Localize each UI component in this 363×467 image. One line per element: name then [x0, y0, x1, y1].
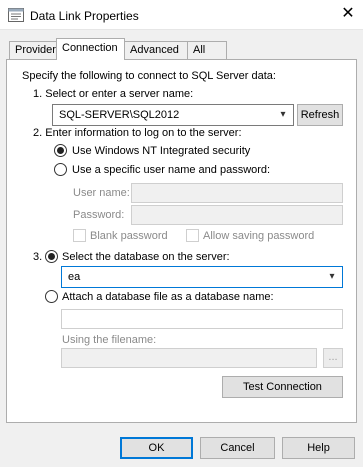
browse-button[interactable]: ... [323, 348, 343, 368]
username-input[interactable] [131, 183, 343, 203]
help-button[interactable]: Help [282, 437, 355, 459]
password-input[interactable] [131, 205, 343, 225]
password-label: Password: [73, 209, 125, 221]
attach-database-radio[interactable] [45, 290, 58, 303]
ok-button[interactable]: OK [120, 437, 193, 459]
data-link-icon [8, 8, 24, 22]
allow-saving-checkbox[interactable] [186, 229, 199, 242]
step1-label: 1. Select or enter a server name: [33, 88, 194, 100]
intro-text: Specify the following to connect to SQL … [22, 70, 276, 82]
database-value: ea [68, 271, 81, 283]
step2-label: 2. Enter information to log on to the se… [33, 127, 242, 139]
tab-all[interactable]: All [187, 41, 227, 60]
step3-number: 3. [33, 251, 43, 263]
specific-user-radio[interactable] [54, 163, 67, 176]
attach-database-name-input[interactable] [61, 309, 343, 329]
select-database-radio[interactable] [45, 250, 58, 263]
server-name-value: SQL-SERVER\SQL2012 [59, 109, 180, 121]
chevron-down-icon[interactable]: ▾ [276, 107, 290, 123]
cancel-button[interactable]: Cancel [200, 437, 275, 459]
select-database-label[interactable]: Select the database on the server: [62, 251, 230, 263]
tab-provider[interactable]: Provider [9, 41, 57, 60]
blank-password-label: Blank password [90, 230, 168, 242]
tab-advanced[interactable]: Advanced [124, 41, 188, 60]
test-connection-button[interactable]: Test Connection [222, 376, 343, 398]
windows-security-label[interactable]: Use Windows NT Integrated security [72, 145, 250, 157]
server-name-combo[interactable]: SQL-SERVER\SQL2012 ▾ [52, 104, 294, 126]
windows-security-radio[interactable] [54, 144, 67, 157]
tab-connection[interactable]: Connection [56, 38, 125, 60]
window-title: Data Link Properties [30, 9, 139, 23]
specific-user-label[interactable]: Use a specific user name and password: [72, 164, 270, 176]
blank-password-checkbox[interactable] [73, 229, 86, 242]
filename-input[interactable] [61, 348, 317, 368]
title-bar: Data Link Properties ✕ [0, 0, 363, 30]
attach-database-label[interactable]: Attach a database file as a database nam… [62, 291, 274, 303]
close-icon[interactable]: ✕ [333, 0, 363, 30]
using-filename-label: Using the filename: [62, 334, 157, 346]
username-label: User name: [73, 187, 130, 199]
chevron-down-icon[interactable]: ▾ [325, 269, 339, 285]
allow-saving-label: Allow saving password [203, 230, 315, 242]
database-combo[interactable]: ea ▾ [61, 266, 343, 288]
refresh-button[interactable]: Refresh [297, 104, 343, 126]
